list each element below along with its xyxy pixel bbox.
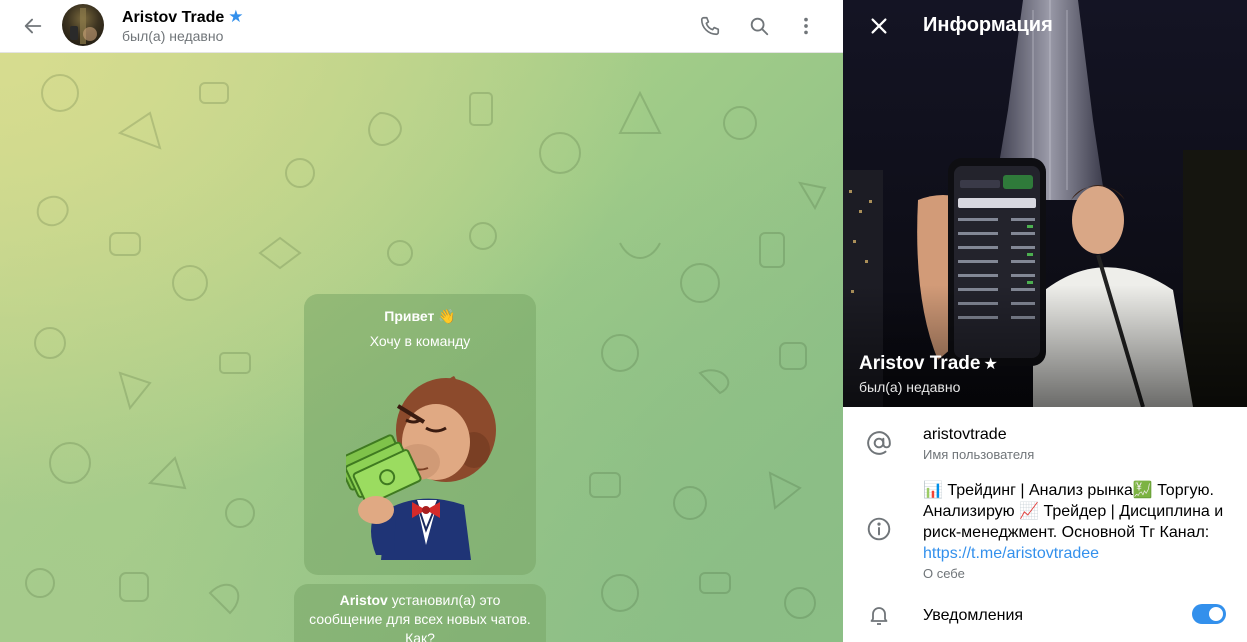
phone-icon: [700, 16, 720, 36]
bio-label: О себе: [923, 566, 965, 581]
more-button[interactable]: [786, 6, 826, 46]
bio-text: 📊 Трейдинг | Анализ рынка💹 Торгую. Анали…: [923, 480, 1233, 564]
search-icon: [750, 17, 769, 36]
close-icon: [871, 18, 887, 34]
info-icon: [865, 515, 893, 543]
info-panel-title: Информация: [923, 14, 1053, 36]
chat-background: Привет 👋 Хочу в команду Aristov установи…: [0, 53, 843, 642]
chat-header: Aristov Trade ★ был(а) недавно: [0, 0, 843, 53]
more-vertical-icon: [804, 17, 808, 35]
star-icon: ★: [228, 7, 244, 26]
profile-status: был(а) недавно: [859, 379, 961, 395]
chat-title[interactable]: Aristov Trade ★: [122, 7, 244, 27]
bio-description: 📊 Трейдинг | Анализ рынка💹 Торгую. Анали…: [923, 482, 1224, 541]
notifications-toggle[interactable]: [1192, 604, 1226, 624]
star-icon: ★: [983, 356, 998, 373]
chat-title-text: Aristov Trade: [122, 9, 225, 26]
bell-icon: [865, 601, 893, 629]
message-bubble[interactable]: Привет 👋 Хочу в команду: [304, 294, 536, 575]
system-message-author: Aristov: [339, 592, 388, 608]
avatar[interactable]: [62, 4, 104, 46]
at-sign-icon: [865, 429, 893, 457]
info-panel: Информация Aristov Trade ★ был(а) недавно…: [843, 0, 1247, 642]
profile-name: Aristov Trade ★: [859, 353, 998, 375]
monkey-money-sticker[interactable]: [337, 370, 496, 565]
back-button[interactable]: [13, 6, 53, 46]
chat-status: был(а) недавно: [122, 28, 224, 44]
search-button[interactable]: [739, 6, 779, 46]
bio-link[interactable]: https://t.me/aristovtradee: [923, 545, 1099, 562]
username-label: Имя пользователя: [923, 447, 1035, 462]
profile-name-text: Aristov Trade: [859, 353, 981, 374]
chat-pane: Aristov Trade ★ был(а) недавно Привет 👋 …: [0, 0, 843, 642]
system-message[interactable]: Aristov установил(а) это сообщение для в…: [294, 584, 546, 642]
arrow-left-icon: [24, 18, 42, 34]
username-row[interactable]: aristovtrade Имя пользователя: [843, 420, 1247, 470]
notifications-label: Уведомления: [923, 607, 1024, 624]
notifications-row[interactable]: Уведомления: [843, 595, 1247, 635]
close-button[interactable]: [859, 6, 899, 46]
message-text: Хочу в команду: [369, 333, 471, 349]
call-button[interactable]: [690, 6, 730, 46]
username-value: aristovtrade: [923, 426, 1007, 443]
profile-photo[interactable]: Информация Aristov Trade ★ был(а) недавно: [843, 0, 1247, 407]
message-greeting: Привет 👋: [384, 308, 456, 324]
bio-row[interactable]: 📊 Трейдинг | Анализ рынка💹 Торгую. Анали…: [843, 478, 1247, 588]
